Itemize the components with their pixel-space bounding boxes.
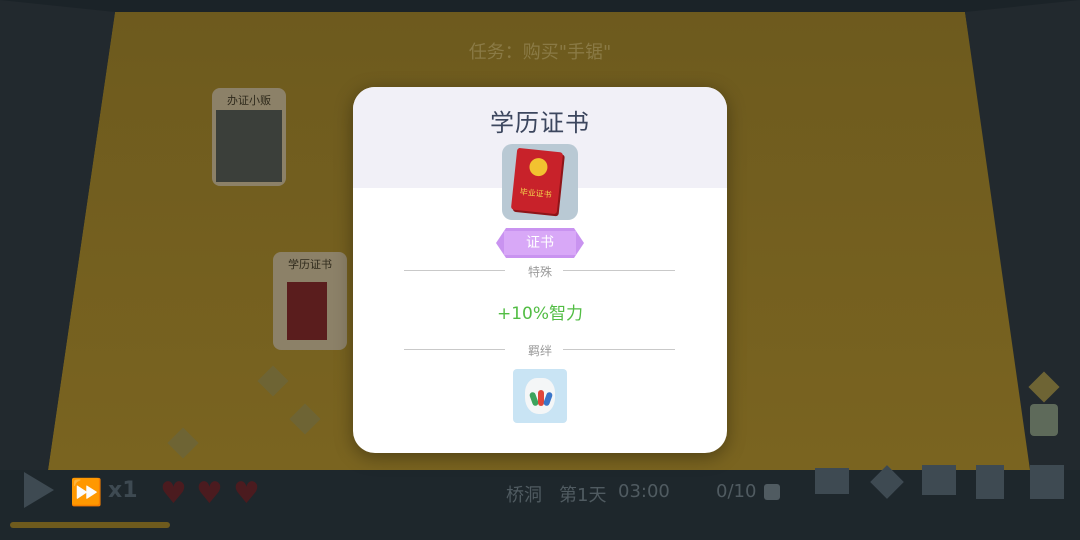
book-label: 毕业证书 (519, 187, 553, 200)
money-bag-icon[interactable] (513, 369, 567, 423)
modal-title: 学历证书 (490, 109, 590, 137)
certificate-book-icon: 毕业证书 (502, 144, 578, 220)
bag-shape (525, 378, 555, 414)
emblem-icon (528, 157, 549, 177)
category-tag: 证书 (496, 228, 584, 258)
special-section-label: 特殊 (527, 265, 552, 279)
category-tag-label: 证书 (504, 231, 576, 255)
bond-section-label: 羁绊 (527, 344, 552, 358)
special-effect-text: +10%智力 (496, 304, 584, 324)
red-book: 毕业证书 (510, 147, 564, 215)
item-detail-modal: 学历证书 毕业证书 证书 特殊 +10%智力 羁绊 (353, 87, 727, 453)
bag-leaf (542, 391, 554, 407)
